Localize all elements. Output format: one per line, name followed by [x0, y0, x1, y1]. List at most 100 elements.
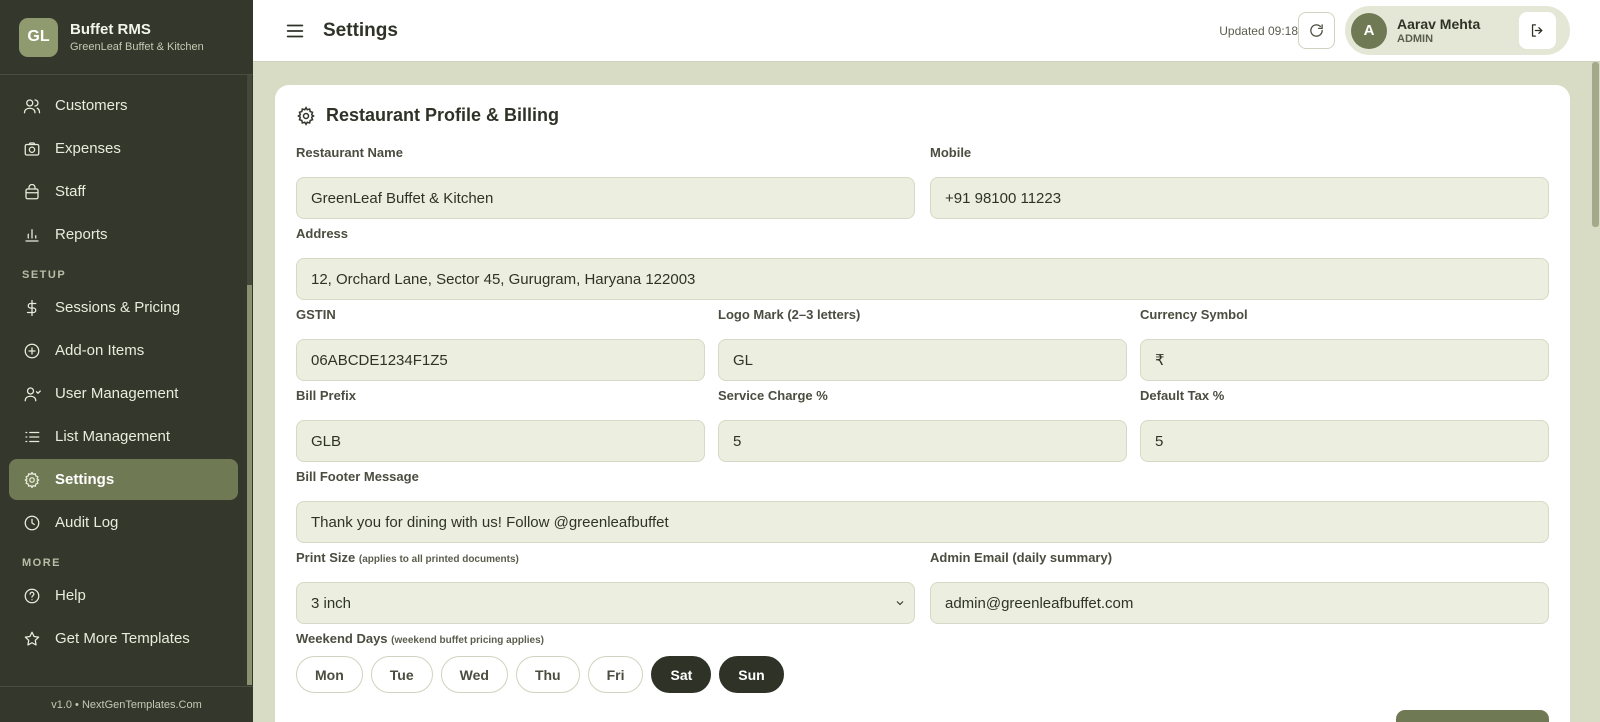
- currency-group: Currency Symbol ₹: [1140, 307, 1549, 381]
- sidebar-item-get-more-templates[interactable]: Get More Templates: [9, 618, 238, 659]
- logo-mark-group: Logo Mark (2–3 letters) GL: [718, 307, 1127, 381]
- mobile-input[interactable]: +91 98100 11223: [930, 177, 1549, 219]
- sidebar-item-help[interactable]: Help: [9, 575, 238, 616]
- day-toggle-thu[interactable]: Thu: [515, 656, 580, 693]
- save-button[interactable]: [1396, 710, 1549, 722]
- day-toggle-tue[interactable]: Tue: [370, 656, 433, 693]
- menu-toggle-button[interactable]: [283, 19, 307, 43]
- brand: GL Buffet RMS GreenLeaf Buffet & Kitchen: [0, 0, 253, 75]
- sidebar-item-user-management[interactable]: User Management: [9, 373, 238, 414]
- day-toggle-sat[interactable]: Sat: [651, 656, 712, 693]
- default-tax-label: Default Tax %: [1140, 388, 1225, 403]
- restaurant-name-group: Restaurant Name GreenLeaf Buffet & Kitch…: [296, 145, 915, 219]
- user-menu[interactable]: A Aarav Mehta ADMIN: [1345, 6, 1570, 55]
- currency-label: Currency Symbol: [1140, 307, 1248, 322]
- topbar: Settings Updated 09:18 A Aarav Mehta ADM…: [253, 0, 1600, 62]
- weekend-days-label-text: Weekend Days: [296, 631, 388, 646]
- camera-icon: [22, 139, 42, 159]
- address-input[interactable]: 12, Orchard Lane, Sector 45, Gurugram, H…: [296, 258, 1549, 300]
- bill-prefix-input[interactable]: GLB: [296, 420, 705, 462]
- sidebar-item-label: Help: [55, 587, 86, 604]
- day-toggle-sun[interactable]: Sun: [719, 656, 784, 693]
- logout-button[interactable]: [1519, 12, 1556, 49]
- default-tax-group: Default Tax % 5: [1140, 388, 1549, 462]
- mobile-label: Mobile: [930, 145, 972, 160]
- sidebar-item-label: Settings: [55, 471, 115, 488]
- sidebar-item-label: Sessions & Pricing: [55, 299, 181, 316]
- sidebar-item-expenses[interactable]: Expenses: [9, 128, 238, 169]
- sidebar-scrollbar-thumb[interactable]: [247, 285, 252, 685]
- gstin-label: GSTIN: [296, 307, 336, 322]
- user-name: Aarav Mehta: [1397, 16, 1481, 32]
- sidebar-item-label: Audit Log: [55, 514, 119, 531]
- refresh-icon: [1310, 24, 1323, 37]
- weekend-days-toggle-group: Mon Tue Wed Thu Fri Sat Sun: [296, 656, 792, 693]
- list-icon: [22, 427, 42, 447]
- bag-icon: [22, 182, 42, 202]
- mobile-group: Mobile +91 98100 11223: [930, 145, 1549, 219]
- currency-input[interactable]: ₹: [1140, 339, 1549, 381]
- sidebar-item-customers[interactable]: Customers: [9, 85, 238, 126]
- day-toggle-wed[interactable]: Wed: [440, 656, 508, 693]
- bill-footer-label: Bill Footer Message: [296, 469, 419, 484]
- sidebar-scrollbar[interactable]: [247, 75, 252, 685]
- avatar: A: [1351, 12, 1387, 49]
- logout-icon: [1531, 24, 1543, 37]
- sidebar-item-label: Staff: [55, 183, 86, 200]
- chevron-down-icon: [896, 601, 904, 606]
- gear-icon: [297, 105, 315, 126]
- restaurant-name-input[interactable]: GreenLeaf Buffet & Kitchen: [296, 177, 915, 219]
- print-size-select[interactable]: 3 inch: [296, 582, 915, 624]
- print-size-group: Print Size (applies to all printed docum…: [296, 550, 915, 624]
- bar-chart-icon: [22, 225, 42, 245]
- brand-name: Buffet RMS: [70, 21, 151, 38]
- sidebar-item-label: Get More Templates: [55, 630, 190, 647]
- print-size-hint: (applies to all printed documents): [358, 554, 519, 565]
- dollar-icon: [22, 298, 42, 318]
- brand-logo: GL: [19, 17, 58, 57]
- sidebar-item-addon-items[interactable]: Add-on Items: [9, 330, 238, 371]
- sidebar-item-label: Reports: [55, 226, 108, 243]
- gstin-input[interactable]: 06ABCDE1234F1Z5: [296, 339, 705, 381]
- admin-email-label: Admin Email (daily summary): [930, 550, 1113, 565]
- settings-card: Restaurant Profile & Billing Restaurant …: [275, 85, 1570, 722]
- sidebar-item-staff[interactable]: Staff: [9, 171, 238, 212]
- section-more: MORE: [22, 557, 61, 569]
- card-header: Restaurant Profile & Billing: [296, 105, 559, 126]
- plus-circle-icon: [22, 341, 42, 361]
- updated-timestamp: Updated 09:18: [1219, 24, 1298, 38]
- weekend-days-label-group: Weekend Days (weekend buffet pricing app…: [296, 631, 915, 651]
- address-group: Address 12, Orchard Lane, Sector 45, Gur…: [296, 226, 1549, 300]
- sidebar-item-settings[interactable]: Settings: [9, 459, 238, 500]
- address-label: Address: [296, 226, 349, 241]
- page-title: Settings: [323, 19, 398, 41]
- logo-mark-input[interactable]: GL: [718, 339, 1127, 381]
- day-toggle-mon[interactable]: Mon: [296, 656, 363, 693]
- bill-footer-input[interactable]: Thank you for dining with us! Follow @gr…: [296, 501, 1549, 543]
- page-scrollbar-thumb[interactable]: [1592, 62, 1599, 227]
- section-setup: SETUP: [22, 269, 67, 281]
- sidebar-nav: Customers Expenses Staff Reports SETUP S…: [9, 85, 238, 661]
- logo-mark-label: Logo Mark (2–3 letters): [718, 307, 861, 322]
- bill-prefix-label: Bill Prefix: [296, 388, 356, 403]
- page-scrollbar[interactable]: [1590, 62, 1600, 722]
- sidebar-item-reports[interactable]: Reports: [9, 214, 238, 255]
- default-tax-input[interactable]: 5: [1140, 420, 1549, 462]
- admin-email-input[interactable]: admin@greenleafbuffet.com: [930, 582, 1549, 624]
- weekend-days-hint: (weekend buffet pricing applies): [391, 635, 544, 646]
- sidebar-item-list-management[interactable]: List Management: [9, 416, 238, 457]
- print-size-value: 3 inch: [311, 594, 352, 612]
- users-icon: [22, 96, 42, 116]
- sidebar-item-label: Expenses: [55, 140, 121, 157]
- refresh-button[interactable]: [1298, 12, 1335, 49]
- sidebar-item-sessions-pricing[interactable]: Sessions & Pricing: [9, 287, 238, 328]
- sidebar-item-audit-log[interactable]: Audit Log: [9, 502, 238, 543]
- service-charge-input[interactable]: 5: [718, 420, 1127, 462]
- bill-prefix-group: Bill Prefix GLB: [296, 388, 705, 462]
- day-toggle-fri[interactable]: Fri: [587, 656, 644, 693]
- brand-subtitle: GreenLeaf Buffet & Kitchen: [70, 41, 204, 53]
- print-size-label: Print Size (applies to all printed docum…: [296, 550, 915, 570]
- gstin-group: GSTIN 06ABCDE1234F1Z5: [296, 307, 705, 381]
- sidebar-item-label: Customers: [55, 97, 128, 114]
- user-role: ADMIN: [1397, 33, 1434, 45]
